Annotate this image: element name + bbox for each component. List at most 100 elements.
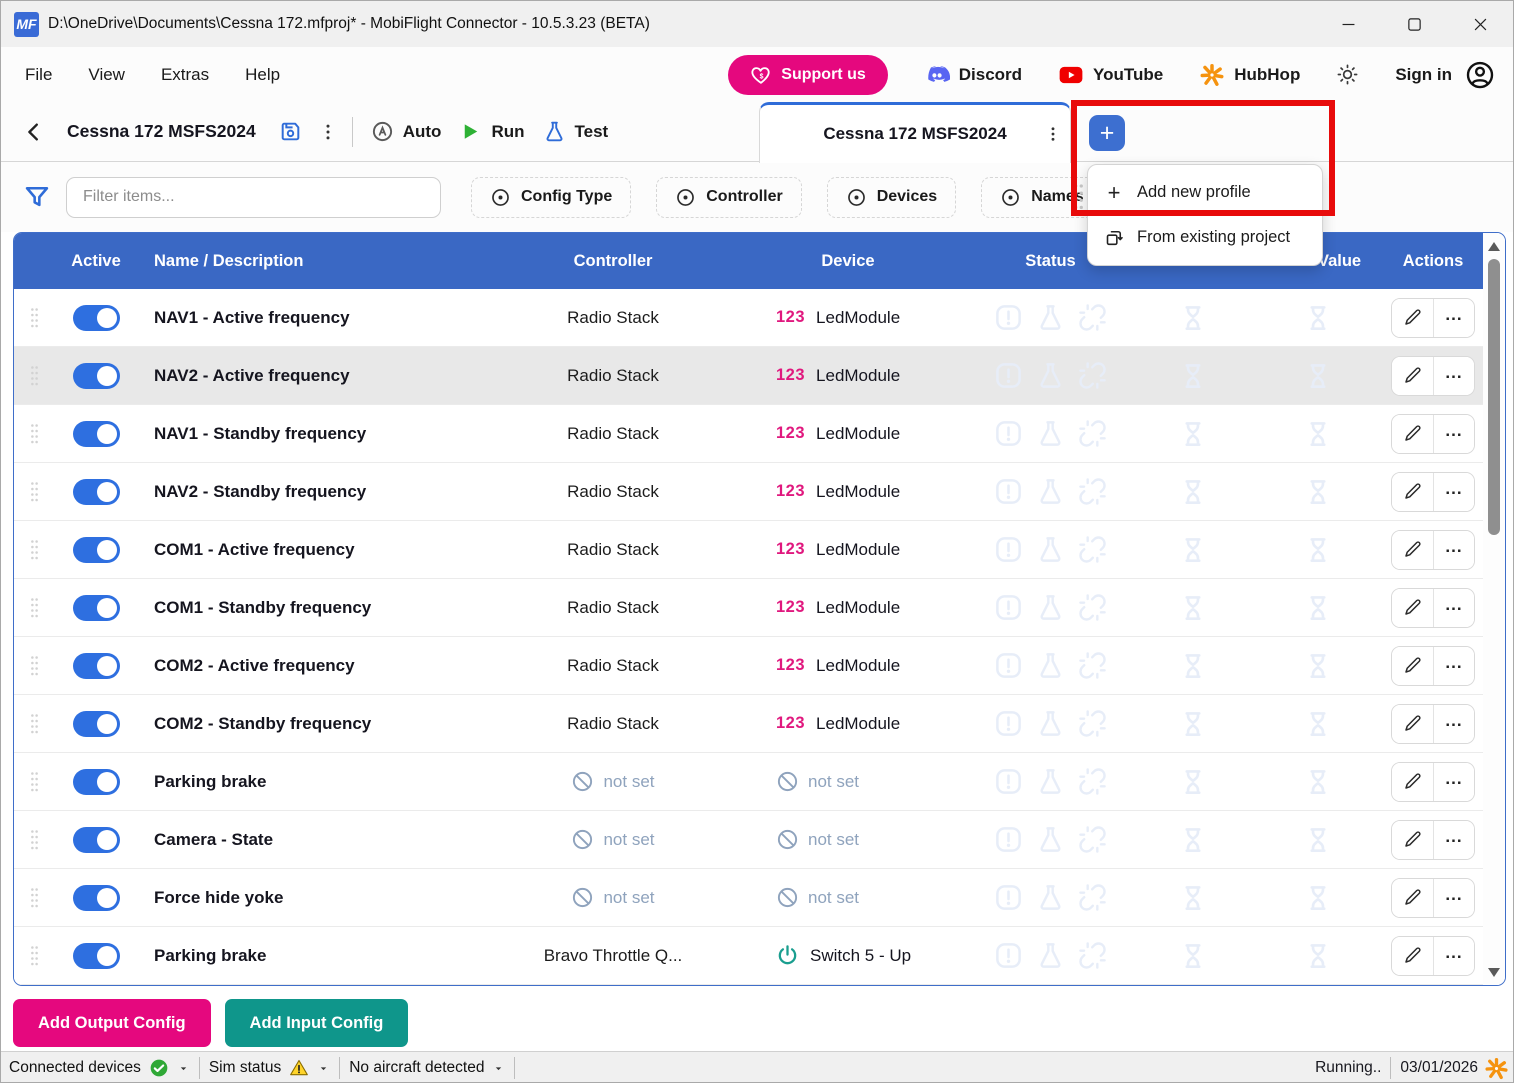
youtube-link[interactable]: YouTube <box>1058 62 1163 88</box>
table-row[interactable]: COM2 - Active frequency Radio Stack 123L… <box>14 637 1483 695</box>
project-menu-button[interactable] <box>318 122 338 142</box>
edit-config-button[interactable] <box>1392 763 1433 801</box>
tab-menu-button[interactable] <box>1044 125 1062 143</box>
menu-item-help[interactable]: Help <box>245 65 280 85</box>
drag-handle-icon[interactable] <box>29 887 40 909</box>
row-menu-button[interactable]: ... <box>1433 879 1474 917</box>
row-menu-button[interactable]: ... <box>1433 821 1474 859</box>
edit-config-button[interactable] <box>1392 879 1433 917</box>
edit-config-button[interactable] <box>1392 705 1433 743</box>
scroll-up-arrow[interactable] <box>1483 236 1505 256</box>
filter-input[interactable] <box>66 177 441 218</box>
discord-link[interactable]: Discord <box>924 62 1022 88</box>
sim-status[interactable]: Sim status <box>209 1058 330 1078</box>
edit-config-button[interactable] <box>1392 415 1433 453</box>
filter-drag-handle-icon[interactable] <box>1073 182 1084 217</box>
scrollbar-thumb[interactable] <box>1488 259 1500 535</box>
connected-devices-status[interactable]: Connected devices <box>9 1058 190 1078</box>
drag-handle-icon[interactable] <box>29 365 40 387</box>
save-icon <box>278 119 303 144</box>
menu-item-file[interactable]: File <box>25 65 52 85</box>
add-profile-button[interactable]: + <box>1089 115 1125 151</box>
aircraft-status[interactable]: No aircraft detected <box>349 1059 505 1077</box>
menu-item-from-existing-project[interactable]: From existing project <box>1088 215 1322 260</box>
filter-devices-button[interactable]: Devices <box>827 177 957 218</box>
drag-handle-icon[interactable] <box>29 945 40 967</box>
sign-in-button[interactable]: Sign in <box>1395 60 1495 90</box>
edit-config-button[interactable] <box>1392 357 1433 395</box>
row-menu-button[interactable]: ... <box>1433 937 1474 975</box>
table-row[interactable]: NAV1 - Standby frequency Radio Stack 123… <box>14 405 1483 463</box>
active-toggle[interactable] <box>73 363 120 389</box>
row-menu-button[interactable]: ... <box>1433 589 1474 627</box>
scroll-down-arrow[interactable] <box>1483 962 1505 982</box>
row-menu-button[interactable]: ... <box>1433 415 1474 453</box>
active-toggle[interactable] <box>73 537 120 563</box>
active-toggle[interactable] <box>73 421 120 447</box>
active-toggle[interactable] <box>73 827 120 853</box>
active-toggle[interactable] <box>73 885 120 911</box>
edit-config-button[interactable] <box>1392 299 1433 337</box>
edit-config-button[interactable] <box>1392 531 1433 569</box>
edit-config-button[interactable] <box>1392 589 1433 627</box>
active-toggle[interactable] <box>73 595 120 621</box>
table-row[interactable]: Parking brake not set not set ... <box>14 753 1483 811</box>
row-menu-button[interactable]: ... <box>1433 647 1474 685</box>
row-menu-button[interactable]: ... <box>1433 763 1474 801</box>
table-row[interactable]: Parking brake Bravo Throttle Q... Switch… <box>14 927 1483 985</box>
drag-handle-icon[interactable] <box>29 307 40 329</box>
add-input-config-button[interactable]: Add Input Config <box>225 999 409 1047</box>
edit-config-button[interactable] <box>1392 647 1433 685</box>
maximize-button[interactable] <box>1381 1 1447 47</box>
table-row[interactable]: Camera - State not set not set ... <box>14 811 1483 869</box>
table-row[interactable]: COM2 - Standby frequency Radio Stack 123… <box>14 695 1483 753</box>
drag-handle-icon[interactable] <box>29 655 40 677</box>
row-menu-button[interactable]: ... <box>1433 299 1474 337</box>
drag-handle-icon[interactable] <box>29 423 40 445</box>
filter-config-type-button[interactable]: Config Type <box>471 177 631 218</box>
table-row[interactable]: NAV2 - Standby frequency Radio Stack 123… <box>14 463 1483 521</box>
edit-config-button[interactable] <box>1392 821 1433 859</box>
menu-item-extras[interactable]: Extras <box>161 65 209 85</box>
row-menu-button[interactable]: ... <box>1433 705 1474 743</box>
active-toggle[interactable] <box>73 943 120 969</box>
drag-handle-icon[interactable] <box>29 597 40 619</box>
menu-item-view[interactable]: View <box>88 65 125 85</box>
theme-toggle-button[interactable] <box>1336 63 1359 86</box>
vertical-scrollbar[interactable] <box>1483 233 1505 985</box>
drag-handle-icon[interactable] <box>29 539 40 561</box>
edit-config-button[interactable] <box>1392 473 1433 511</box>
active-toggle[interactable] <box>73 769 120 795</box>
back-button[interactable] <box>23 121 45 143</box>
row-menu-button[interactable]: ... <box>1433 473 1474 511</box>
auto-toggle-button[interactable]: Auto <box>371 120 442 143</box>
table-row[interactable]: COM1 - Active frequency Radio Stack 123L… <box>14 521 1483 579</box>
drag-handle-icon[interactable] <box>29 481 40 503</box>
table-row[interactable]: COM1 - Standby frequency Radio Stack 123… <box>14 579 1483 637</box>
hubhop-link[interactable]: HubHop <box>1199 62 1300 88</box>
active-toggle[interactable] <box>73 479 120 505</box>
run-button[interactable]: Run <box>459 120 524 143</box>
save-button[interactable] <box>278 119 303 144</box>
close-button[interactable] <box>1447 1 1513 47</box>
edit-config-button[interactable] <box>1392 937 1433 975</box>
add-output-config-button[interactable]: Add Output Config <box>13 999 211 1047</box>
filter-controller-button[interactable]: Controller <box>656 177 801 218</box>
minimize-button[interactable] <box>1315 1 1381 47</box>
table-row[interactable]: Force hide yoke not set not set ... <box>14 869 1483 927</box>
table-row[interactable]: NAV1 - Active frequency Radio Stack 123L… <box>14 289 1483 347</box>
active-toggle[interactable] <box>73 653 120 679</box>
table-row[interactable]: NAV2 - Active frequency Radio Stack 123L… <box>14 347 1483 405</box>
menu-item-add-new-profile[interactable]: + Add new profile <box>1088 170 1322 215</box>
active-toggle[interactable] <box>73 711 120 737</box>
support-us-button[interactable]: $ Support us <box>728 55 887 95</box>
filter-names-button[interactable]: Names <box>981 177 1102 218</box>
row-menu-button[interactable]: ... <box>1433 531 1474 569</box>
row-menu-button[interactable]: ... <box>1433 357 1474 395</box>
drag-handle-icon[interactable] <box>29 771 40 793</box>
tab-cessna-172-msfs2024[interactable]: Cessna 172 MSFS2024 <box>759 102 1071 163</box>
active-toggle[interactable] <box>73 305 120 331</box>
drag-handle-icon[interactable] <box>29 829 40 851</box>
drag-handle-icon[interactable] <box>29 713 40 735</box>
test-button[interactable]: Test <box>543 120 609 143</box>
